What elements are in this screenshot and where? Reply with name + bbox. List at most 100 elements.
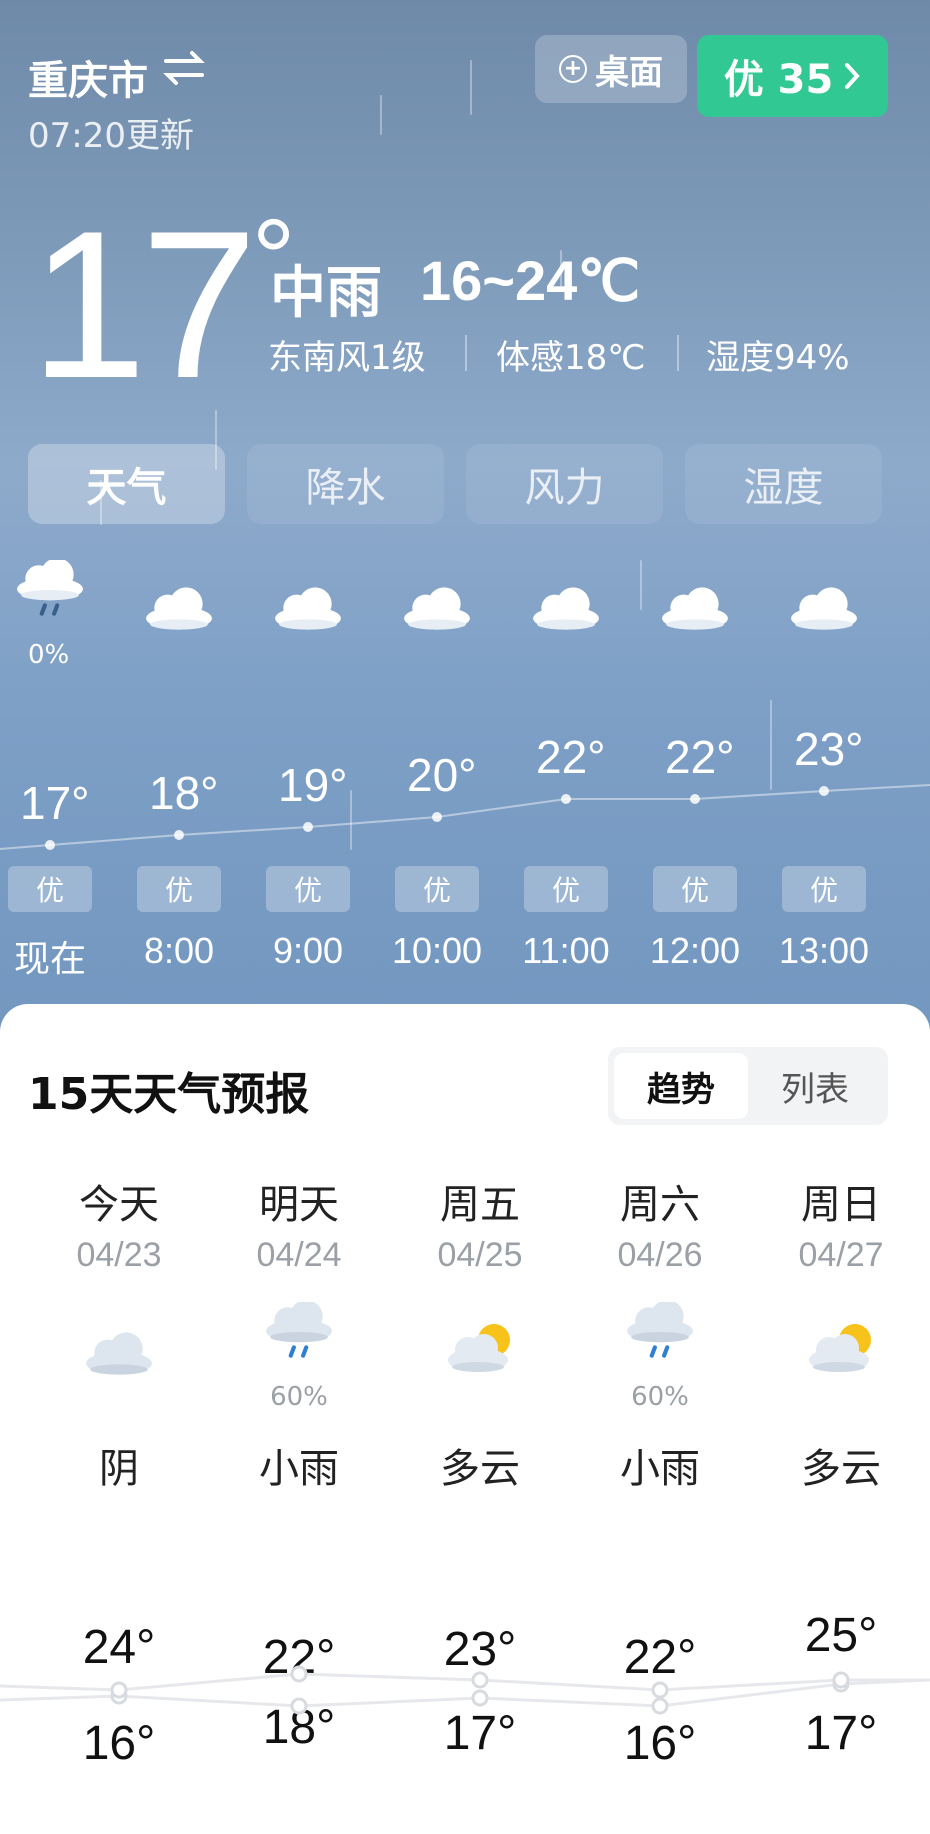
- update-time: 07:20更新: [28, 116, 194, 156]
- day-low-temperature: 17°: [804, 1707, 878, 1760]
- hourly-time: 8:00: [143, 930, 215, 971]
- hourly-aqi-badge: 优: [8, 866, 92, 912]
- day-high-temperature: 23°: [443, 1623, 517, 1676]
- temperature-point: [432, 812, 442, 822]
- rain-cloud-icon: [14, 558, 86, 626]
- temperature-point: [690, 794, 700, 804]
- day-condition: 小雨: [620, 1446, 700, 1492]
- day-condition: 多云: [801, 1446, 881, 1492]
- day-date: 04/25: [437, 1236, 523, 1274]
- tab-weather[interactable]: 天气: [28, 444, 225, 524]
- chevron-right-icon: [845, 63, 860, 89]
- day-high-temperature: 24°: [82, 1621, 156, 1674]
- humidity: 湿度94%: [706, 338, 850, 378]
- hourly-temperature: 22°: [536, 731, 606, 783]
- hourly-aqi-badge: 优: [524, 866, 608, 912]
- precip-chance: 0%: [28, 640, 70, 670]
- hourly-aqi-badge: 优: [782, 866, 866, 912]
- rain-cloud-icon: [263, 1300, 335, 1368]
- plus-icon: +: [559, 55, 587, 83]
- divider: [677, 335, 679, 371]
- cloud-icon: [143, 585, 215, 635]
- hourly-aqi-badge: 优: [266, 866, 350, 912]
- feels-like: 体感18℃: [496, 338, 646, 378]
- hourly-aqi-badge: 优: [137, 866, 221, 912]
- day-low-temperature: 16°: [623, 1717, 697, 1770]
- aqi-button-label: 优 35: [723, 57, 834, 103]
- hourly-temperature: 19°: [278, 759, 348, 811]
- swap-icon[interactable]: [162, 48, 206, 97]
- rain-cloud-icon: [624, 1300, 696, 1368]
- hourly-time: 12:00: [649, 930, 741, 971]
- current-condition: 中雨: [270, 261, 382, 326]
- hourly-tabs: 天气 降水 风力 湿度: [28, 444, 882, 524]
- hourly-temperature: 22°: [665, 731, 735, 783]
- day-high-temperature: 25°: [804, 1609, 878, 1662]
- rain-streak: [770, 700, 772, 790]
- wind-info: 东南风1级: [268, 338, 426, 378]
- sun-cloud-icon: [805, 1320, 881, 1380]
- list-toggle-button[interactable]: 列表: [748, 1053, 882, 1119]
- view-toggle: 趋势 列表: [608, 1047, 888, 1125]
- rain-streak: [380, 95, 382, 135]
- aqi-button[interactable]: 优 35: [697, 35, 888, 117]
- precip-chance: 60%: [631, 1382, 689, 1412]
- day-low-temperature: 18°: [262, 1701, 336, 1754]
- hourly-time: 11:00: [522, 930, 610, 971]
- cloud-icon: [659, 585, 731, 635]
- day-date: 04/23: [76, 1236, 162, 1274]
- day-low-temperature: 16°: [82, 1717, 156, 1770]
- day-name: 周六: [620, 1182, 700, 1228]
- day-name: 今天: [79, 1182, 159, 1228]
- tab-precipitation[interactable]: 降水: [247, 444, 444, 524]
- temperature-point: [174, 830, 184, 840]
- city-name[interactable]: 重庆市: [28, 48, 148, 106]
- day-date: 04/24: [256, 1236, 342, 1274]
- cloud-icon: [530, 585, 602, 635]
- hourly-temperature: 20°: [407, 749, 477, 801]
- forecast-title: 15天天气预报: [28, 1069, 310, 1120]
- sun-cloud-icon: [444, 1320, 520, 1380]
- hourly-time: 10:00: [391, 930, 483, 971]
- day-high-temperature: 22°: [623, 1631, 697, 1684]
- day-high-temperature: 22°: [262, 1631, 336, 1684]
- precip-chance: 60%: [270, 1382, 328, 1412]
- divider: [465, 335, 467, 371]
- hourly-temperature: 18°: [149, 767, 219, 819]
- day-condition: 多云: [440, 1446, 520, 1492]
- temperature-point: [819, 786, 829, 796]
- trend-toggle-button[interactable]: 趋势: [614, 1053, 748, 1119]
- day-date: 04/26: [617, 1236, 703, 1274]
- temperature-range: 16~24℃: [420, 249, 641, 312]
- cloud-icon: [83, 1330, 155, 1380]
- tab-wind[interactable]: 风力: [466, 444, 663, 524]
- current-temperature-value: 17: [30, 187, 258, 422]
- cloud-icon: [401, 585, 473, 635]
- day-name: 周五: [440, 1182, 520, 1228]
- day-name: 周日: [801, 1182, 881, 1228]
- hourly-temperature: 23°: [794, 723, 864, 775]
- add-to-desktop-button[interactable]: + 桌面: [535, 35, 687, 103]
- day-condition: 小雨: [259, 1446, 339, 1492]
- hourly-time: 9:00: [272, 930, 344, 971]
- cloud-icon: [788, 585, 860, 635]
- tab-humidity[interactable]: 湿度: [685, 444, 882, 524]
- day-date: 04/27: [798, 1236, 884, 1274]
- rain-streak: [350, 790, 352, 850]
- day-condition: 阴: [99, 1446, 139, 1492]
- hourly-aqi-badge: 优: [653, 866, 737, 912]
- day-name: 明天: [259, 1182, 339, 1228]
- temperature-point: [561, 794, 571, 804]
- temperature-point: [45, 840, 55, 850]
- hourly-aqi-badge: 优: [395, 866, 479, 912]
- cloud-icon: [272, 585, 344, 635]
- temperature-point: [303, 822, 313, 832]
- desktop-button-label: 桌面: [595, 52, 663, 93]
- hourly-time: 现在: [13, 938, 86, 979]
- rain-streak: [470, 60, 472, 115]
- hourly-time: 13:00: [778, 930, 870, 971]
- current-temperature: 17°: [30, 200, 296, 410]
- hourly-temperature: 17°: [20, 777, 90, 829]
- rain-streak: [640, 560, 642, 610]
- day-low-temperature: 17°: [443, 1707, 517, 1760]
